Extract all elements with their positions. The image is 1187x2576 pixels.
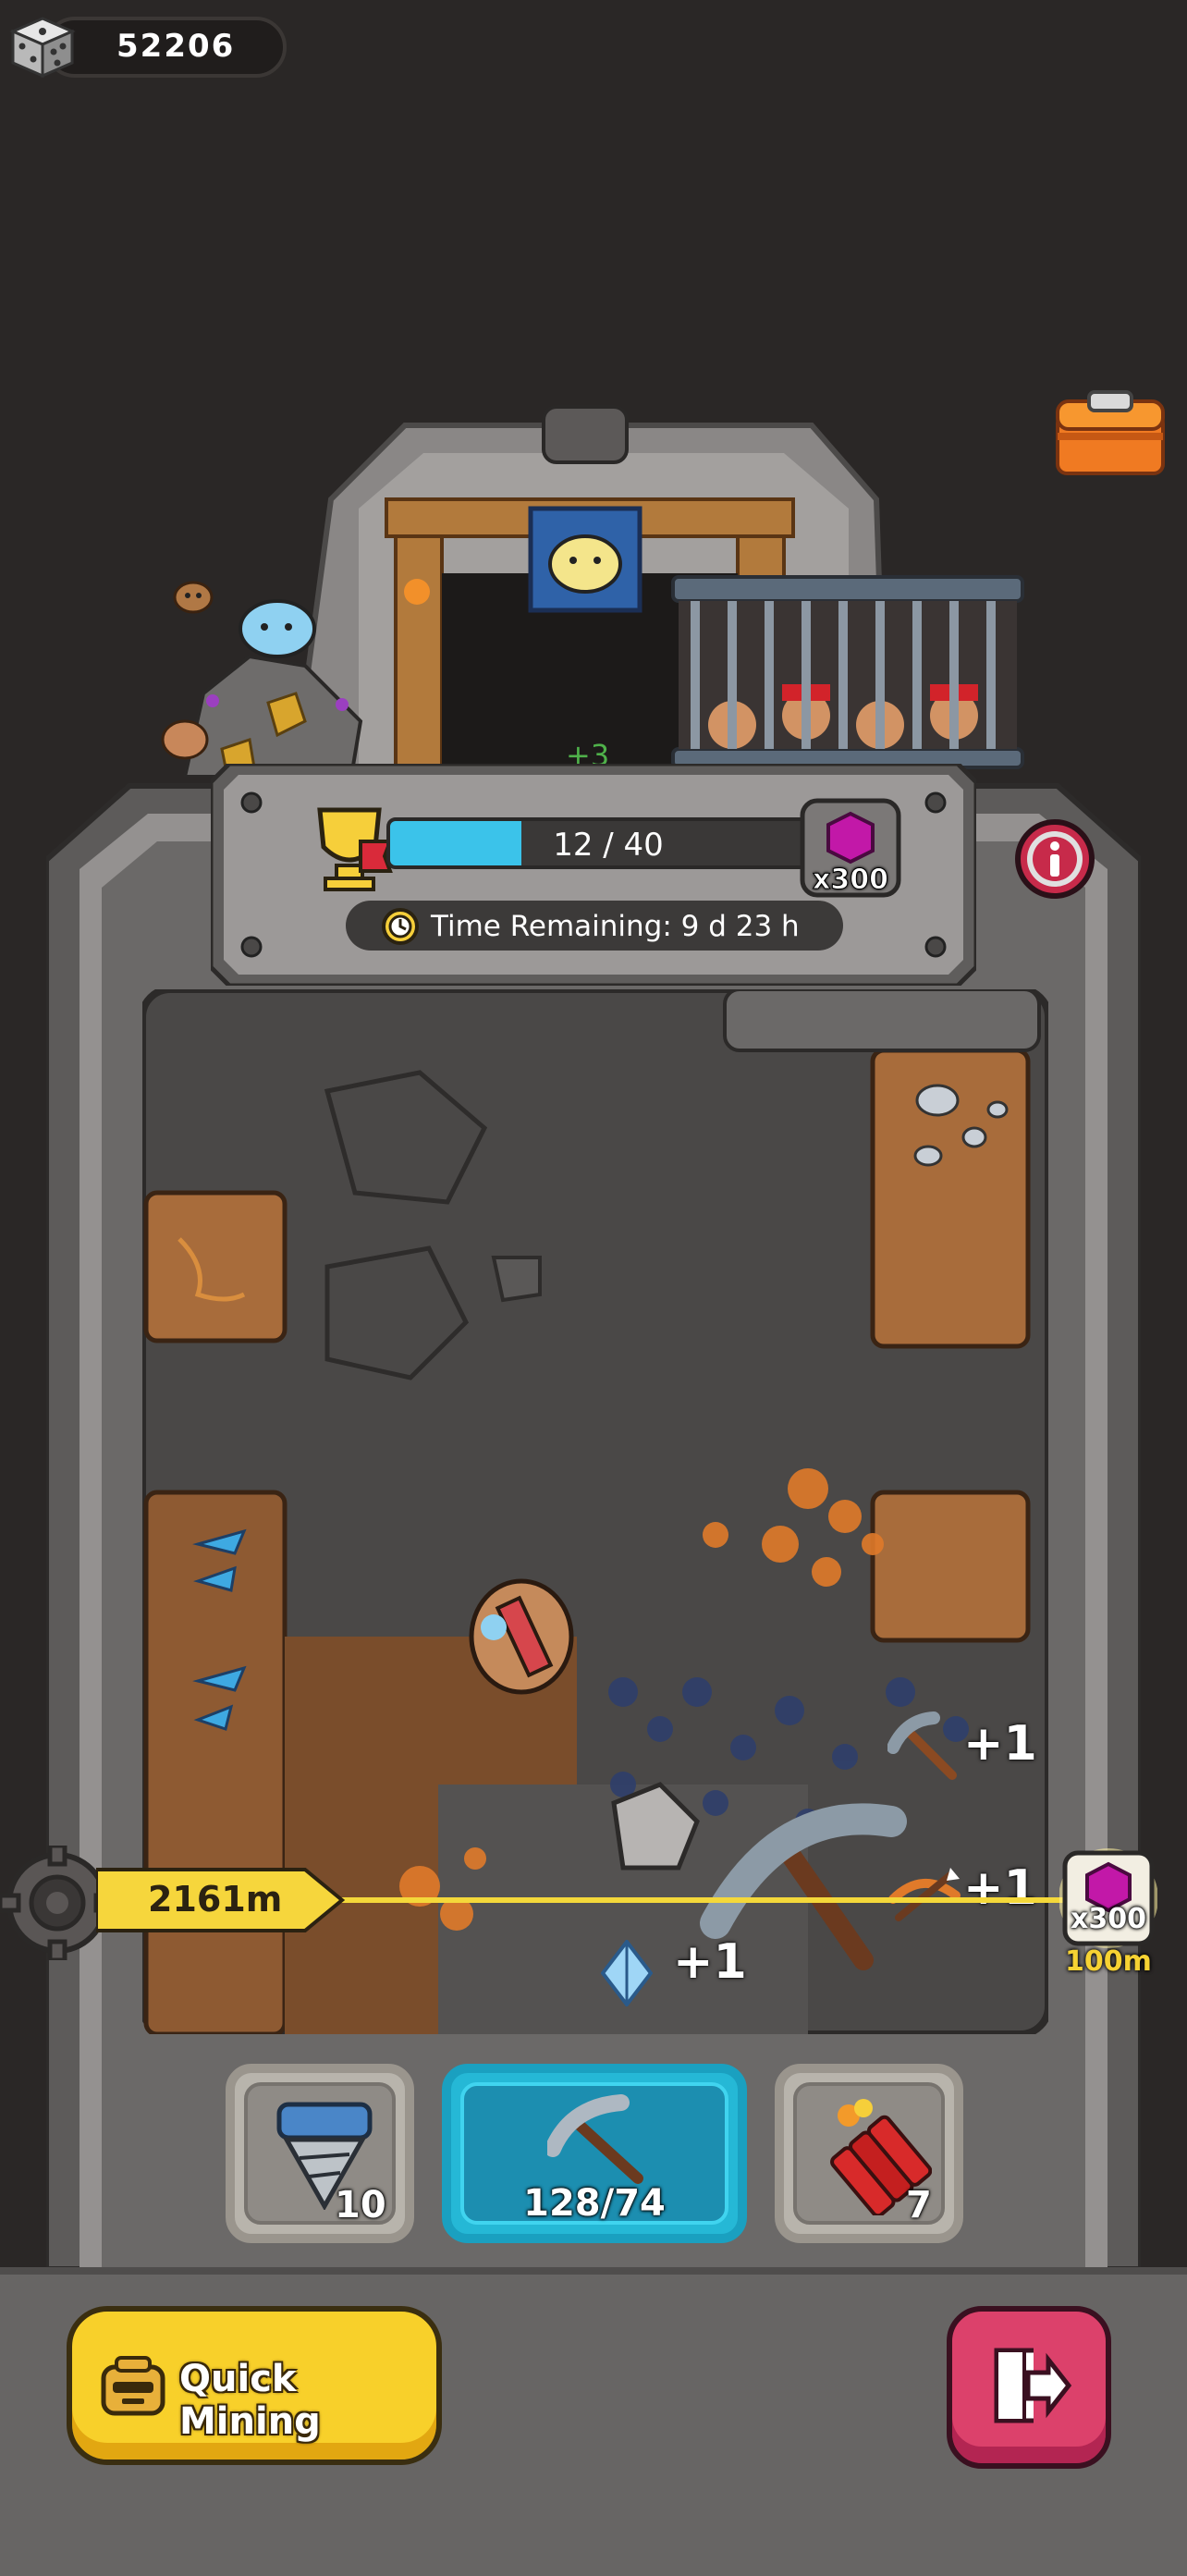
pickaxe-icon <box>887 1711 957 1780</box>
pickaxe-tool-icon <box>547 2094 643 2184</box>
dynamite-tool-button[interactable]: 7 <box>775 2064 963 2243</box>
target-depth-label: 100m <box>1065 1945 1152 1978</box>
depth-rope-line <box>333 1897 1072 1903</box>
event-progress-banner: 12 / 40 x300 Time Remaining: 9 d 23 h <box>211 764 976 986</box>
crystal-icon <box>601 1940 653 2006</box>
quick-mining-button[interactable]: Quick Mining <box>67 2306 442 2465</box>
currency-value: 52206 <box>116 28 236 65</box>
exit-button[interactable] <box>947 2306 1111 2469</box>
event-reward-count: x300 <box>813 864 889 897</box>
trophy-icon <box>317 807 393 891</box>
quick-mining-label: Quick Mining <box>179 2358 321 2443</box>
crossbow-icon <box>888 1868 961 1921</box>
time-remaining-pill: Time Remaining: 9 d 23 h <box>346 901 843 951</box>
miner-character <box>469 1578 574 1695</box>
pickaxe-tool-button[interactable]: 128/74 <box>442 2064 747 2243</box>
dice-icon <box>9 17 76 79</box>
treasure-chest-icon[interactable] <box>1052 386 1169 479</box>
crystal-gain-text: +1 <box>673 1934 747 1990</box>
depth-marker: 2161m <box>96 1866 346 1934</box>
depth-value: 2161m <box>148 1879 283 1920</box>
exit-door-icon <box>994 2348 1072 2423</box>
target-reward-count: x300 <box>1071 1903 1146 1935</box>
robot-helmet-icon <box>101 2356 165 2416</box>
drill-count: 10 <box>335 2184 386 2226</box>
time-remaining-text: Time Remaining: 9 d 23 h <box>431 910 800 943</box>
crossbow-gain-text: +1 <box>963 1860 1037 1916</box>
info-button[interactable] <box>1013 817 1096 901</box>
miners-cage <box>671 575 1024 769</box>
clock-icon <box>382 908 419 945</box>
pickaxe-count: 128/74 <box>523 2182 666 2225</box>
dynamite-count: 7 <box>906 2184 932 2226</box>
event-progress-text: 12 / 40 <box>553 827 664 864</box>
small-monkey-icon <box>173 581 214 614</box>
event-reward[interactable]: x300 <box>799 797 902 899</box>
pickaxe-gain-text: +1 <box>963 1716 1037 1772</box>
event-progress-bar: 12 / 40 <box>386 817 830 869</box>
drill-tool-button[interactable]: 10 <box>226 2064 414 2243</box>
currency-counter: 52206 <box>7 15 287 80</box>
